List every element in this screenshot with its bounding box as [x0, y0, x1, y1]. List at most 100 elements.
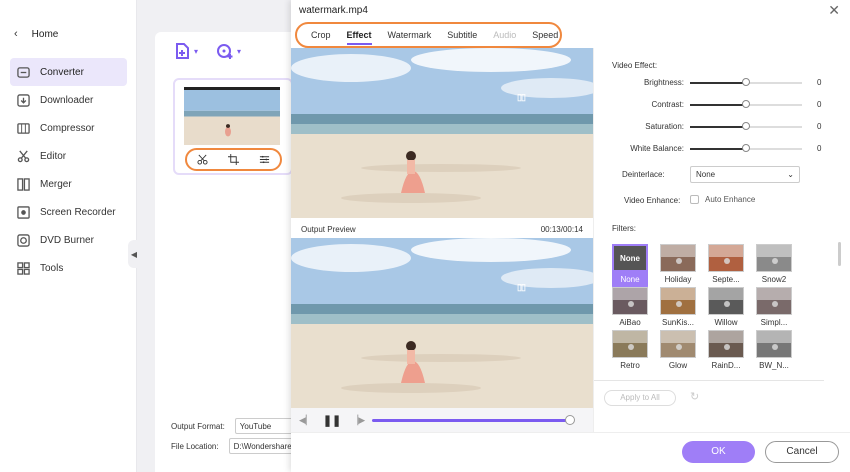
- screen-recorder-icon: [16, 205, 30, 219]
- filter-label: Snow2: [761, 275, 787, 284]
- sidebar-item-label: Tools: [40, 262, 64, 274]
- slider-handle[interactable]: [742, 144, 750, 152]
- output-format-label: Output Format:: [171, 421, 225, 431]
- sidebar-item-screen-recorder[interactable]: Screen Recorder: [10, 198, 127, 226]
- sidebar-item-merger[interactable]: Merger: [10, 170, 127, 198]
- sidebar-collapse-handle[interactable]: ◀: [128, 240, 140, 268]
- filters-scrollbar[interactable]: [838, 242, 841, 266]
- output-preview-bar: Output Preview 00:13/00:14: [291, 220, 593, 238]
- time-readout: 00:13/00:14: [540, 224, 583, 234]
- video-thumbnail-card[interactable]: [173, 78, 293, 175]
- filter-item[interactable]: RainD...: [708, 330, 744, 374]
- filter-item[interactable]: Retro: [612, 330, 648, 374]
- filter-item[interactable]: None None: [612, 244, 648, 288]
- filter-item[interactable]: Willow: [708, 287, 744, 331]
- video-effect-label: Video Effect:: [612, 61, 658, 70]
- filter-thumbnail: [756, 287, 792, 315]
- effects-icon[interactable]: [259, 154, 270, 165]
- filter-item[interactable]: BW_N...: [756, 330, 792, 374]
- slider-value: 0: [817, 144, 822, 153]
- seek-handle[interactable]: [564, 415, 575, 425]
- dialog-title: watermark.mp4: [299, 5, 368, 16]
- slider-saturation: Saturation: 0: [594, 120, 850, 134]
- close-icon[interactable]: ✕: [828, 2, 840, 19]
- filter-item[interactable]: Glow: [660, 330, 696, 374]
- crop-icon[interactable]: [228, 154, 239, 165]
- sidebar-item-label: DVD Burner: [40, 234, 94, 246]
- slider-fill: [690, 104, 746, 106]
- add-dvd-button[interactable]: ▾: [216, 42, 241, 60]
- filter-thumbnail: [612, 330, 648, 358]
- filter-label: Holiday: [664, 275, 692, 284]
- slider-fill: [690, 126, 746, 128]
- filter-label: SunKis...: [661, 318, 694, 327]
- add-buttons: ▾ ▾: [173, 42, 241, 60]
- filters-label: Filters:: [612, 224, 636, 233]
- sidebar-item-tools[interactable]: Tools: [10, 254, 127, 282]
- tab-watermark[interactable]: Watermark: [380, 24, 440, 46]
- previous-frame-icon[interactable]: ◀▏: [299, 415, 313, 426]
- filter-item[interactable]: AiBao: [612, 287, 648, 331]
- filter-item[interactable]: Simpl...: [756, 287, 792, 331]
- home-link[interactable]: ‹ Home: [14, 28, 58, 40]
- trim-icon[interactable]: [197, 154, 208, 165]
- filter-thumbnail: [660, 287, 696, 315]
- filter-label: Willow: [714, 318, 738, 327]
- ok-button[interactable]: OK: [682, 441, 755, 463]
- slider-label: Saturation:: [645, 122, 684, 131]
- seek-bar[interactable]: [372, 419, 570, 422]
- filter-thumbnail: [708, 244, 744, 272]
- sidebar-item-label: Merger: [40, 178, 72, 190]
- beach-scene-image: [291, 48, 593, 218]
- slider-handle[interactable]: [742, 78, 750, 86]
- filter-item[interactable]: SunKis...: [660, 287, 696, 331]
- sidebar-item-downloader[interactable]: Downloader: [10, 86, 127, 114]
- sidebar-item-label: Downloader: [40, 94, 94, 106]
- filter-label: Glow: [668, 361, 688, 370]
- reset-icon[interactable]: ↻: [690, 390, 699, 403]
- dvd-burner-icon: [16, 233, 30, 247]
- auto-enhance-checkbox[interactable]: Auto Enhance: [690, 195, 755, 204]
- downloader-icon: [16, 93, 30, 107]
- file-location-row: File Location: D:\Wondershare: [171, 438, 299, 454]
- slider-handle[interactable]: [742, 100, 750, 108]
- sidebar-item-dvd-burner[interactable]: DVD Burner: [10, 226, 127, 254]
- add-disc-icon: [217, 44, 233, 59]
- filter-item[interactable]: Septe...: [708, 244, 744, 288]
- tab-subtitle[interactable]: Subtitle: [439, 24, 485, 46]
- tab-speed[interactable]: Speed: [524, 24, 566, 46]
- add-file-button[interactable]: ▾: [173, 42, 198, 60]
- merger-icon: [16, 177, 30, 191]
- deinterlace-select[interactable]: None ⌄: [690, 166, 800, 183]
- filter-thumbnail: [756, 330, 792, 358]
- chevron-down-icon: ⌄: [787, 170, 794, 179]
- slider-fill: [690, 148, 746, 150]
- slider-label: Brightness:: [643, 78, 684, 87]
- compressor-icon: [16, 121, 30, 135]
- edit-tabs: Crop Effect Watermark Subtitle Audio Speed: [295, 22, 562, 48]
- filter-thumbnail: [708, 330, 744, 358]
- sidebar-item-editor[interactable]: Editor: [10, 142, 127, 170]
- sidebar-item-compressor[interactable]: Compressor: [10, 114, 127, 142]
- pause-icon[interactable]: ❚❚: [323, 414, 341, 427]
- tab-effect[interactable]: Effect: [339, 24, 380, 46]
- next-frame-icon[interactable]: ▕▶: [351, 415, 365, 426]
- slider-handle[interactable]: [742, 122, 750, 130]
- filter-item[interactable]: Holiday: [660, 244, 696, 288]
- cancel-button[interactable]: Cancel: [765, 441, 839, 463]
- filter-label: Retro: [620, 361, 640, 370]
- chevron-down-icon: ▾: [194, 46, 199, 56]
- editor-icon: [16, 149, 30, 163]
- slider-brightness: Brightness: 0: [594, 76, 850, 90]
- filter-thumbnail: [756, 244, 792, 272]
- file-location-field[interactable]: D:\Wondershare: [228, 438, 299, 454]
- slider-white-balance: White Balance: 0: [594, 142, 850, 156]
- tab-crop[interactable]: Crop: [303, 24, 339, 46]
- sidebar-item-converter[interactable]: Converter: [10, 58, 127, 86]
- sidebar-item-label: Screen Recorder: [40, 206, 116, 218]
- apply-to-all-button[interactable]: Apply to All: [604, 390, 676, 406]
- checkbox-box: [690, 195, 699, 204]
- sidebar-item-label: Compressor: [40, 122, 95, 134]
- filter-item[interactable]: Snow2: [756, 244, 792, 288]
- video-enhance-label: Video Enhance:: [624, 196, 681, 205]
